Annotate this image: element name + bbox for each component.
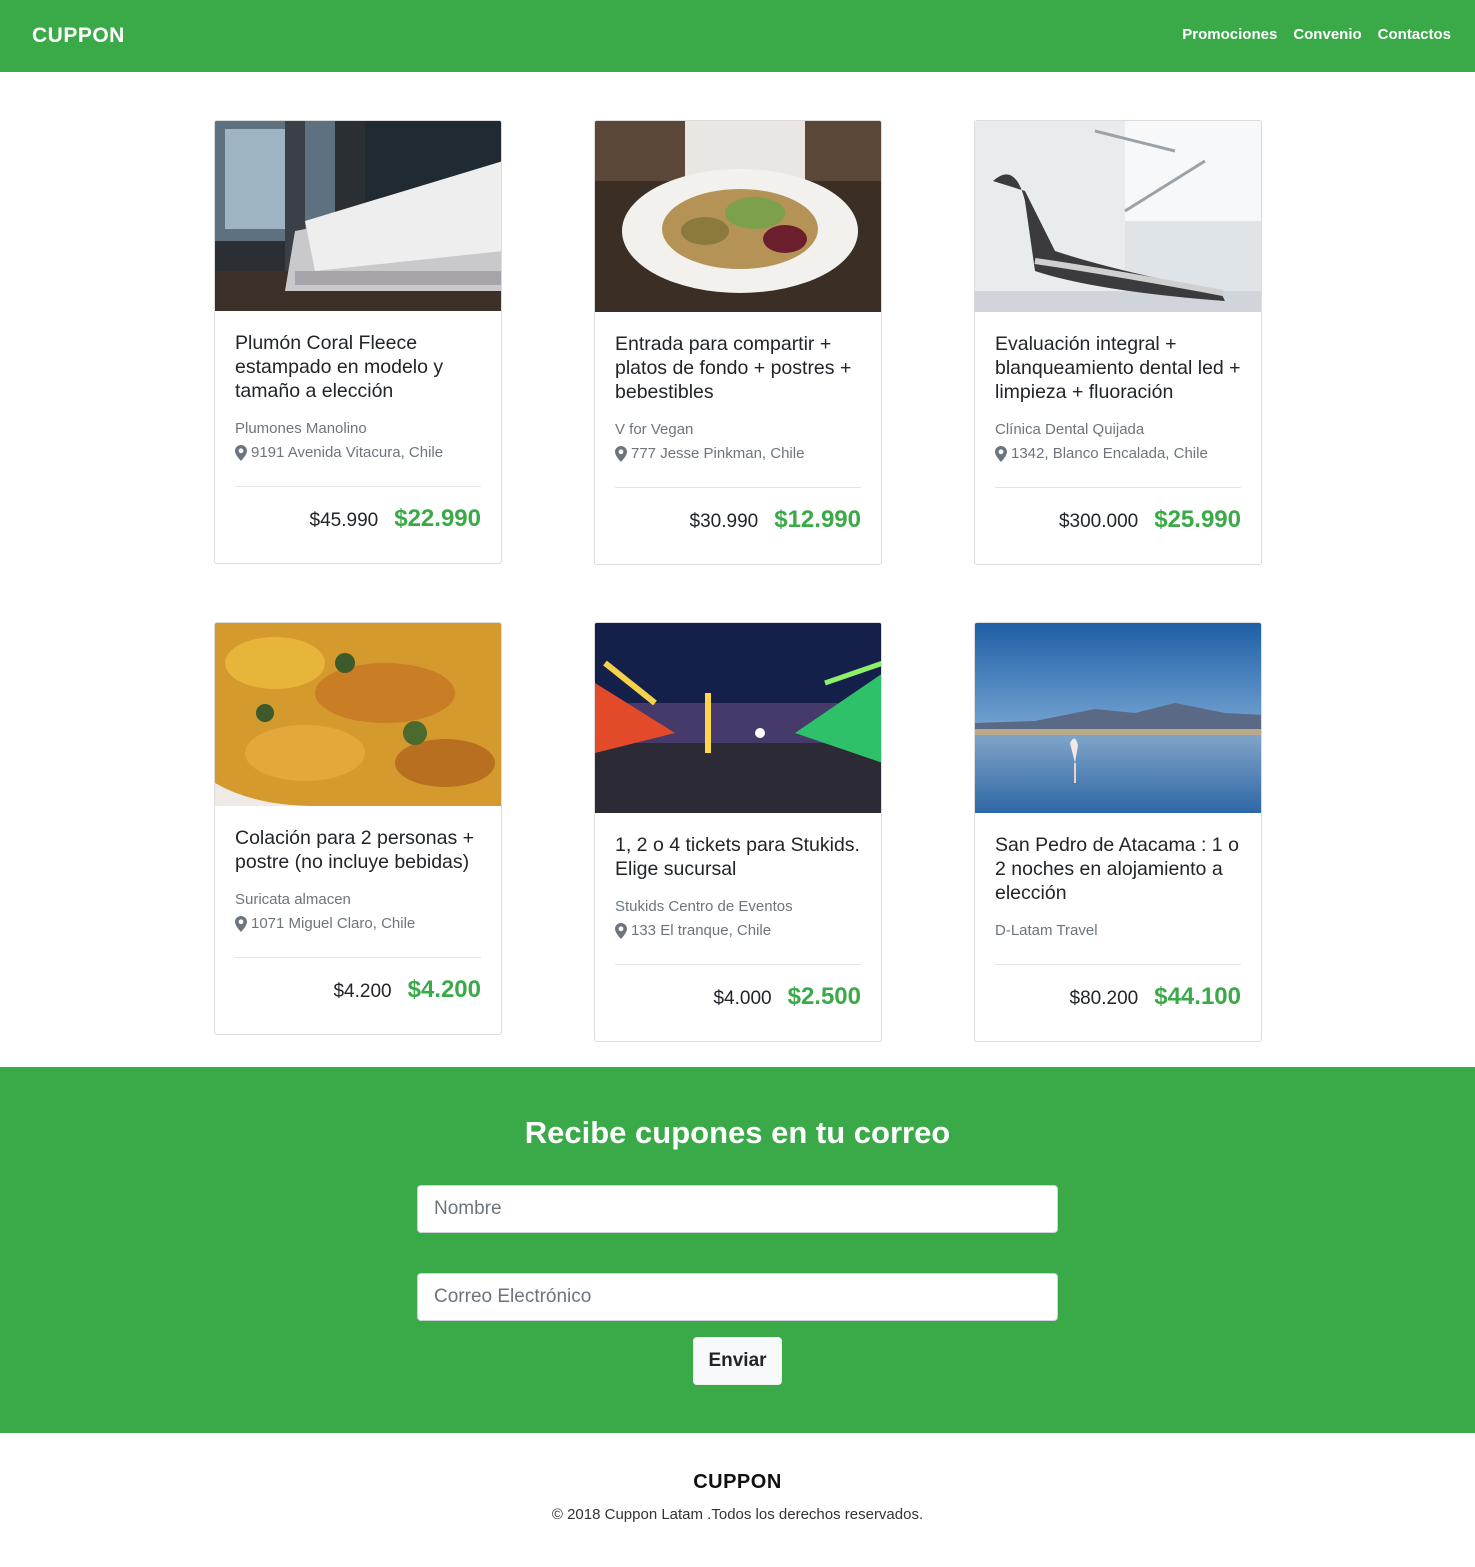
deal-address-text: 1071 Miguel Claro, Chile (251, 915, 416, 932)
deal-address: 133 El tranque, Chile (615, 919, 861, 943)
deal-vendor: Plumones Manolino (235, 420, 367, 437)
copyright-text: © 2018 Cuppon Latam .Todos los derechos … (551, 1506, 924, 1523)
new-price: $44.100 (1154, 983, 1241, 1010)
deal-image[interactable] (975, 121, 1261, 312)
deal-vendor: Clínica Dental Quijada (995, 421, 1145, 438)
old-price: $4.200 (333, 981, 392, 1002)
deal-card[interactable]: 1, 2 o 4 tickets para Stukids. Elige suc… (594, 622, 882, 1042)
deal-title[interactable]: Evaluación integral + blanqueamiento den… (995, 332, 1241, 404)
new-price: $25.990 (1154, 506, 1241, 533)
deal-prices: $4.000 $2.500 (615, 965, 861, 1041)
deal-card[interactable]: San Pedro de Atacama : 1 o 2 noches en a… (974, 622, 1262, 1042)
deal-address: 777 Jesse Pinkman, Chile (615, 442, 861, 466)
deal-vendor: D-Latam Travel (995, 922, 1098, 939)
footer: CUPPON © 2018 Cuppon Latam .Todos los de… (0, 1433, 1475, 1567)
deal-image[interactable] (975, 623, 1261, 813)
new-price: $2.500 (787, 983, 861, 1010)
deal-address-text: 777 Jesse Pinkman, Chile (631, 445, 805, 462)
old-price: $80.200 (1069, 988, 1139, 1009)
map-pin-icon (235, 445, 247, 461)
deal-title[interactable]: 1, 2 o 4 tickets para Stukids. Elige suc… (615, 833, 861, 881)
deal-card[interactable]: Evaluación integral + blanqueamiento den… (974, 120, 1262, 565)
new-price: $4.200 (407, 976, 481, 1003)
subscribe-title: Recibe cupones en tu correo (524, 1115, 951, 1150)
deal-vendor: Stukids Centro de Eventos (615, 898, 793, 915)
footer-brand: CUPPON (693, 1471, 782, 1493)
deal-title[interactable]: Entrada para compartir + platos de fondo… (615, 332, 861, 404)
deal-address-text: 9191 Avenida Vitacura, Chile (251, 444, 444, 461)
deal-address: 9191 Avenida Vitacura, Chile (235, 441, 481, 465)
deal-image[interactable] (595, 623, 881, 813)
map-pin-icon (235, 916, 247, 932)
name-input[interactable] (417, 1185, 1058, 1233)
send-button[interactable]: Enviar (693, 1337, 782, 1385)
deal-prices: $80.200 $44.100 (995, 965, 1241, 1041)
deal-prices: $300.000 $25.990 (995, 488, 1241, 564)
deal-image[interactable] (595, 121, 881, 312)
deal-title[interactable]: Colación para 2 personas + postre (no in… (235, 826, 481, 874)
old-price: $4.000 (713, 988, 772, 1009)
deal-address-text: 1342, Blanco Encalada, Chile (1011, 445, 1208, 462)
deal-title[interactable]: Plumón Coral Fleece estampado en modelo … (235, 331, 481, 403)
deal-image[interactable] (215, 121, 501, 311)
deal-title[interactable]: San Pedro de Atacama : 1 o 2 noches en a… (995, 833, 1241, 905)
deal-card[interactable]: Colación para 2 personas + postre (no in… (214, 622, 502, 1035)
old-price: $45.990 (309, 510, 379, 531)
new-price: $22.990 (394, 505, 481, 532)
nav-links: Promociones Convenio Contactos (1182, 26, 1451, 43)
deal-card[interactable]: Entrada para compartir + platos de fondo… (594, 120, 882, 565)
deal-address: 1071 Miguel Claro, Chile (235, 912, 481, 936)
deal-address-text: 133 El tranque, Chile (631, 922, 772, 939)
map-pin-icon (995, 446, 1007, 462)
old-price: $300.000 (1058, 511, 1139, 532)
deal-prices: $30.990 $12.990 (615, 488, 861, 564)
deal-image[interactable] (215, 623, 501, 806)
map-pin-icon (615, 446, 627, 462)
old-price: $30.990 (689, 511, 759, 532)
deal-vendor: Suricata almacen (235, 891, 351, 908)
brand-logo[interactable]: CUPPON (32, 24, 125, 48)
email-input[interactable] (417, 1273, 1058, 1321)
deal-vendor: V for Vegan (615, 421, 694, 438)
deal-prices: $4.200 $4.200 (235, 958, 481, 1034)
new-price: $12.990 (774, 506, 861, 533)
nav-link-promociones[interactable]: Promociones (1182, 26, 1277, 43)
map-pin-icon (615, 923, 627, 939)
navbar: CUPPON Promociones Convenio Contactos (0, 0, 1475, 72)
deal-card[interactable]: Plumón Coral Fleece estampado en modelo … (214, 120, 502, 564)
deal-address: 1342, Blanco Encalada, Chile (995, 442, 1241, 466)
subscribe-section: Recibe cupones en tu correo Enviar (0, 1067, 1475, 1433)
deal-prices: $45.990 $22.990 (235, 487, 481, 563)
nav-link-contactos[interactable]: Contactos (1378, 26, 1451, 43)
nav-link-convenio[interactable]: Convenio (1293, 26, 1361, 43)
